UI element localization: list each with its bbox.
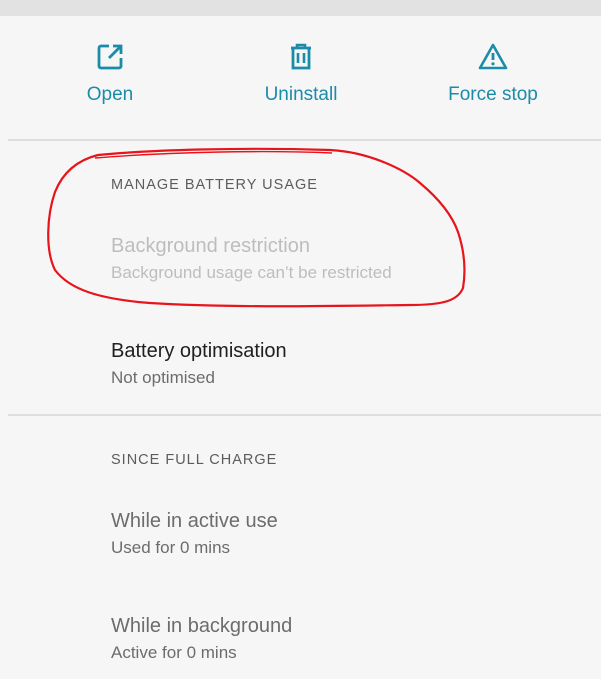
red-annotation-outline (47, 147, 466, 308)
